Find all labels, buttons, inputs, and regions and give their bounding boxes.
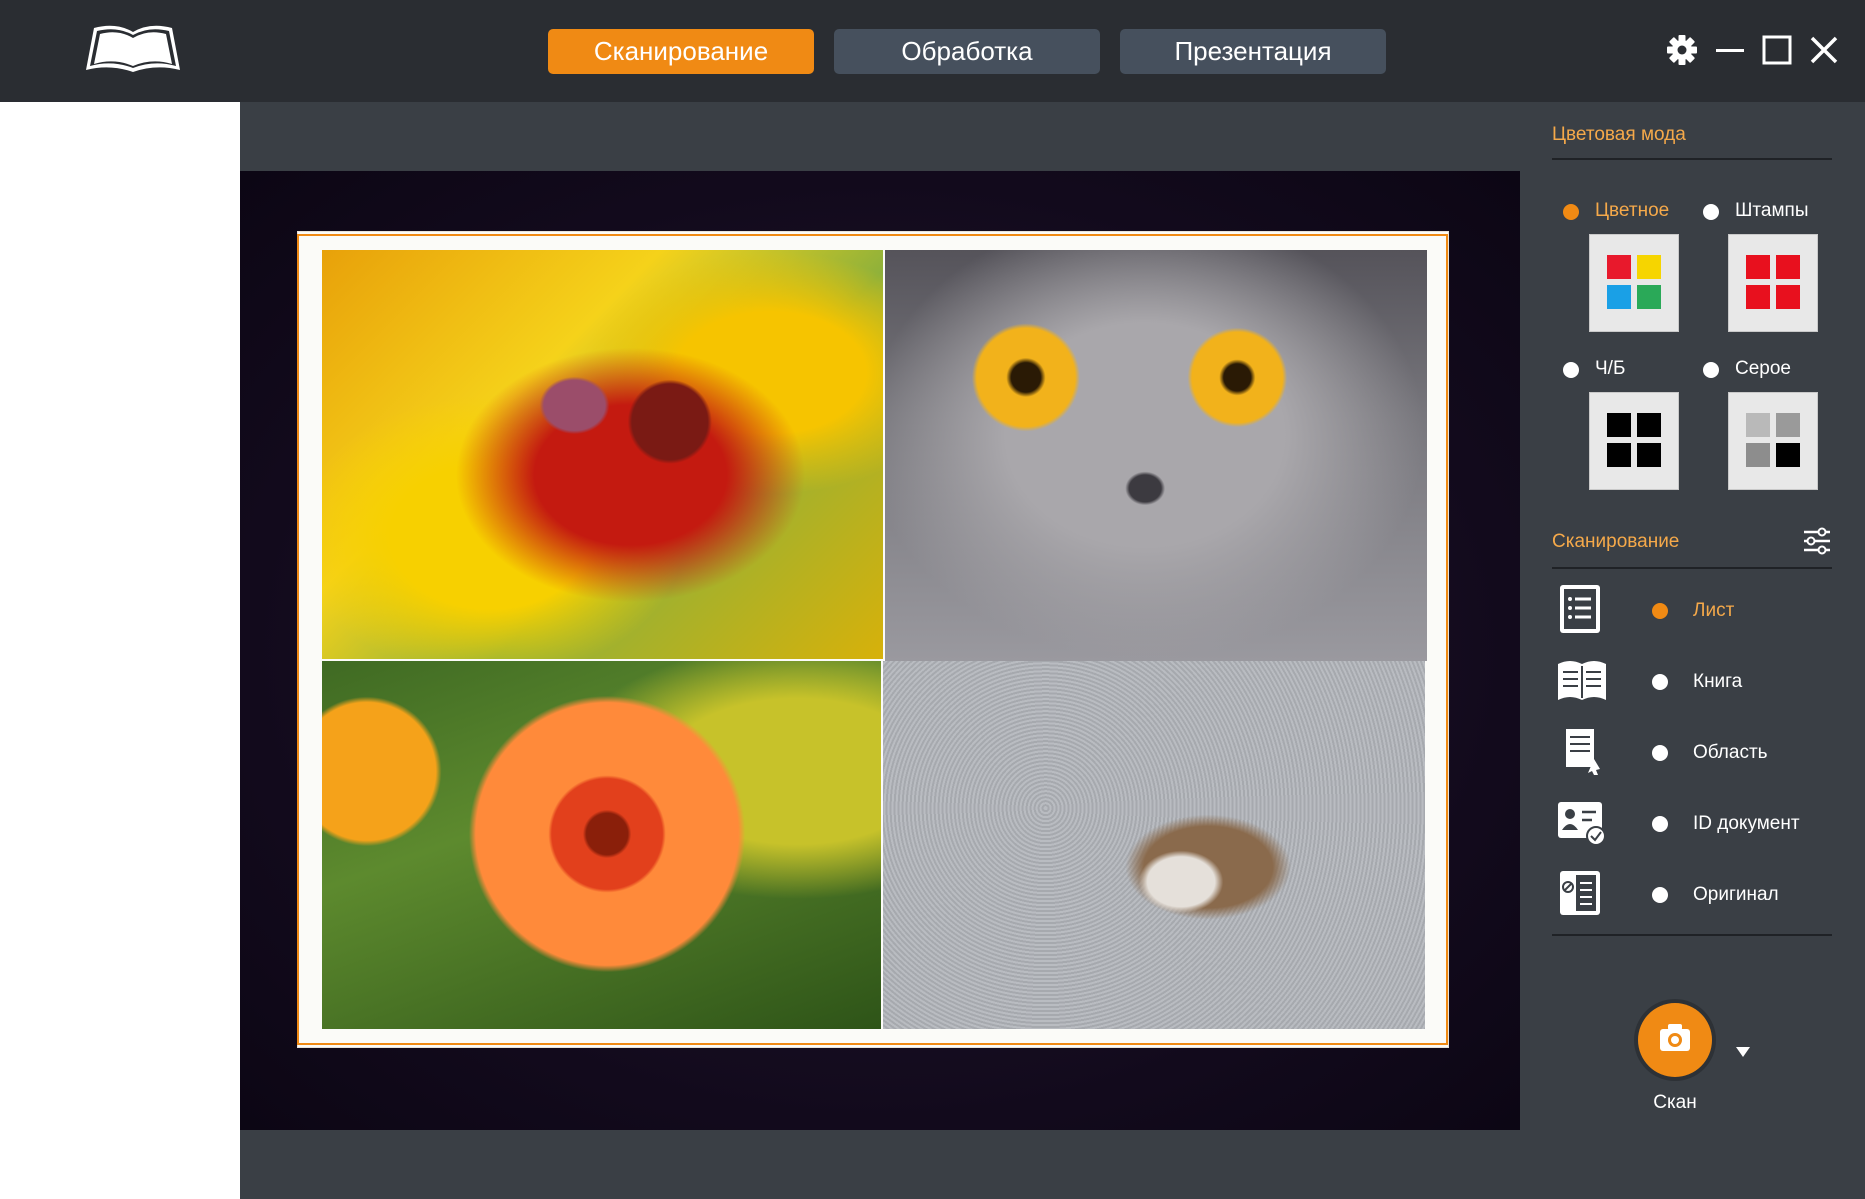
gray-swatch[interactable] [1728,392,1818,490]
option-stamps-label[interactable]: Штампы [1735,200,1808,222]
tab-presentation[interactable]: Презентация [1120,29,1386,74]
divider [1552,567,1832,569]
scanbook-logo [80,20,186,78]
divider [1552,158,1832,160]
radio-area[interactable] [1652,745,1668,761]
radio-bw[interactable] [1563,362,1579,378]
bw-swatch[interactable] [1589,392,1679,490]
radio-gray[interactable] [1703,362,1719,378]
maximize-icon[interactable] [1759,32,1795,68]
mode-id-document-label[interactable]: ID документ [1693,813,1800,835]
divider [1552,934,1832,936]
mode-sheet-label[interactable]: Лист [1693,600,1734,622]
book-icon[interactable] [1556,654,1608,706]
scan-options-dropdown[interactable] [1735,1045,1751,1059]
sheet-list-icon[interactable] [1556,583,1608,635]
stamps-swatch[interactable] [1728,234,1818,332]
scan-button-label: Скан [1653,1092,1697,1113]
thumbnail-panel [0,102,240,1199]
mode-area-label[interactable]: Область [1693,742,1768,764]
option-gray-label[interactable]: Серое [1735,358,1791,380]
radio-book[interactable] [1652,674,1668,690]
mode-book-label[interactable]: Книга [1693,671,1742,693]
mode-original-label[interactable]: Оригинал [1693,884,1779,906]
tab-processing[interactable]: Обработка [834,29,1100,74]
top-bar: Сканирование Обработка Презентация [0,0,1865,102]
close-icon[interactable] [1806,32,1842,68]
option-bw-label[interactable]: Ч/Б [1595,358,1625,380]
radio-stamps[interactable] [1703,204,1719,220]
crop-frame[interactable] [297,234,1448,1045]
color-swatch[interactable] [1589,234,1679,332]
color-mode-title: Цветовая мода [1552,124,1686,145]
original-icon[interactable] [1556,867,1608,919]
tab-scanning[interactable]: Сканирование [548,29,814,74]
option-color-label[interactable]: Цветное [1595,200,1669,222]
radio-sheet[interactable] [1652,603,1668,619]
radio-original[interactable] [1652,887,1668,903]
radio-id-document[interactable] [1652,816,1668,832]
id-card-icon[interactable] [1556,796,1608,848]
scan-button[interactable] [1638,1003,1712,1077]
scanning-title: Сканирование [1552,531,1680,552]
gear-icon[interactable] [1664,32,1700,68]
radio-color[interactable] [1563,204,1579,220]
sliders-icon[interactable] [1802,526,1832,556]
area-icon[interactable] [1556,725,1608,777]
minimize-icon[interactable] [1712,32,1748,68]
camera-icon [1660,1024,1690,1051]
